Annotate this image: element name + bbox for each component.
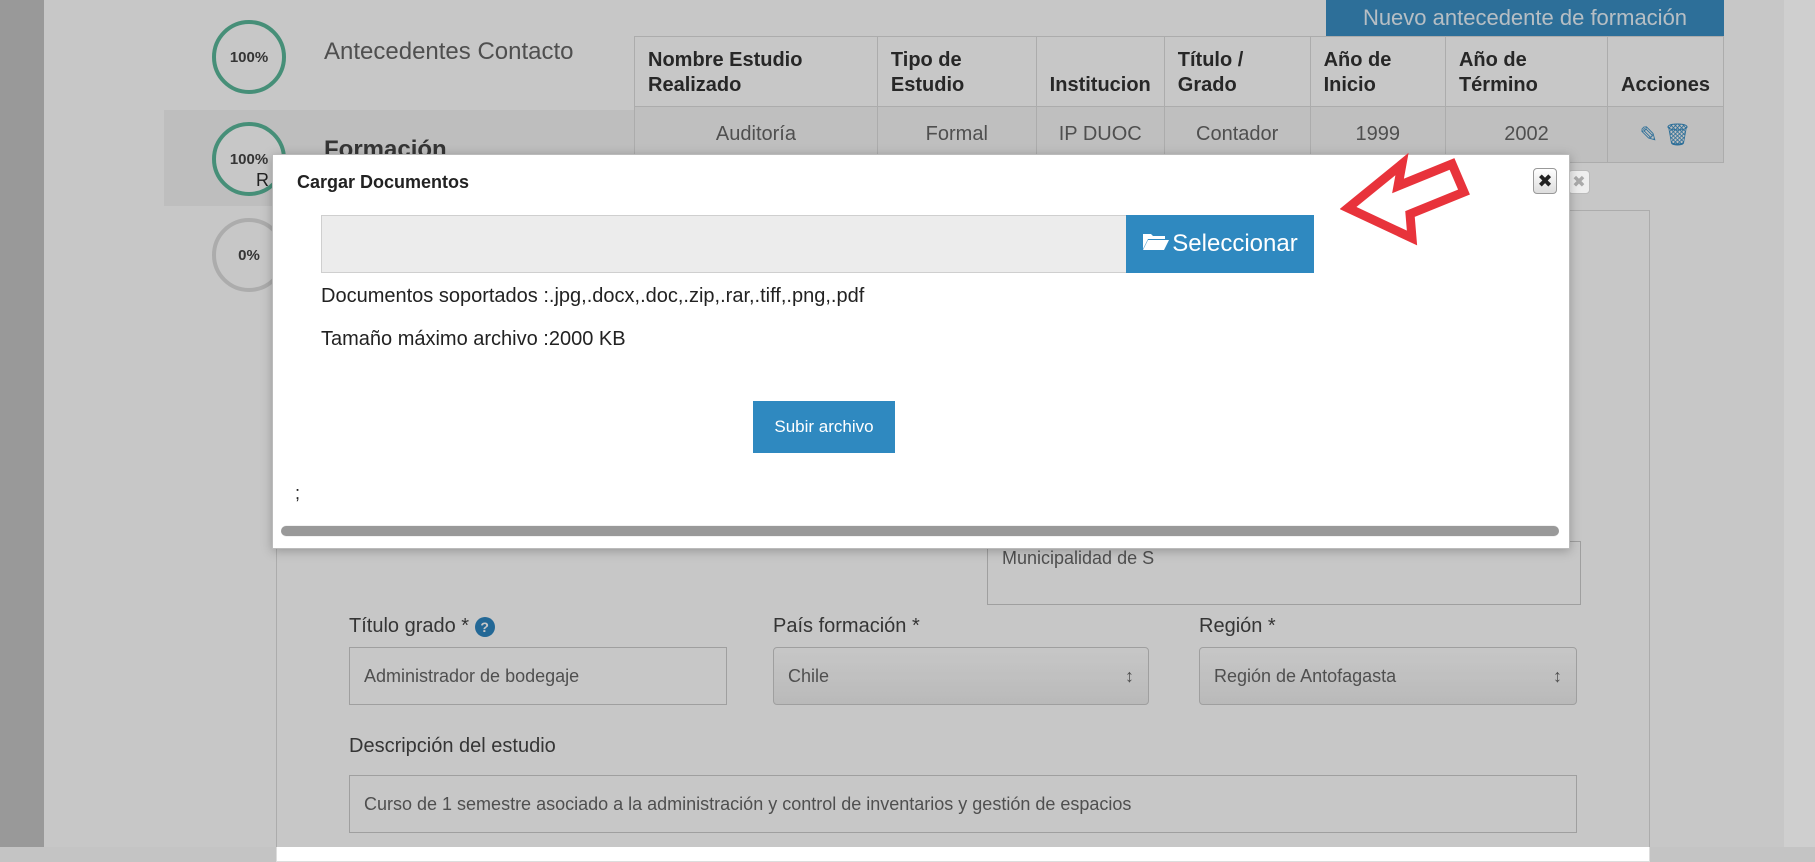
page-right-margin	[1784, 0, 1815, 847]
scrollbar-thumb[interactable]	[281, 526, 1559, 536]
back-modal-title: R	[256, 170, 269, 190]
max-size-text: Tamaño máximo archivo :2000 KB	[321, 328, 626, 350]
close-icon[interactable]: ✖	[1533, 168, 1557, 194]
file-path-input[interactable]	[321, 215, 1127, 273]
select-file-label: Seleccionar	[1172, 230, 1298, 257]
red-arrow-annotation	[1340, 152, 1470, 246]
supported-formats-text: Documentos soportados :.jpg,.docx,.doc,.…	[321, 285, 865, 307]
horizontal-scrollbar[interactable]	[281, 525, 1559, 537]
close-icon[interactable]: ✖	[1568, 170, 1590, 194]
folder-open-icon	[1142, 231, 1170, 257]
upload-file-button[interactable]: Subir archivo	[753, 401, 895, 453]
modal-title: Cargar Documentos	[297, 172, 470, 192]
select-file-button[interactable]: Seleccionar	[1126, 215, 1314, 273]
modal-footer-text: ;	[295, 483, 301, 503]
